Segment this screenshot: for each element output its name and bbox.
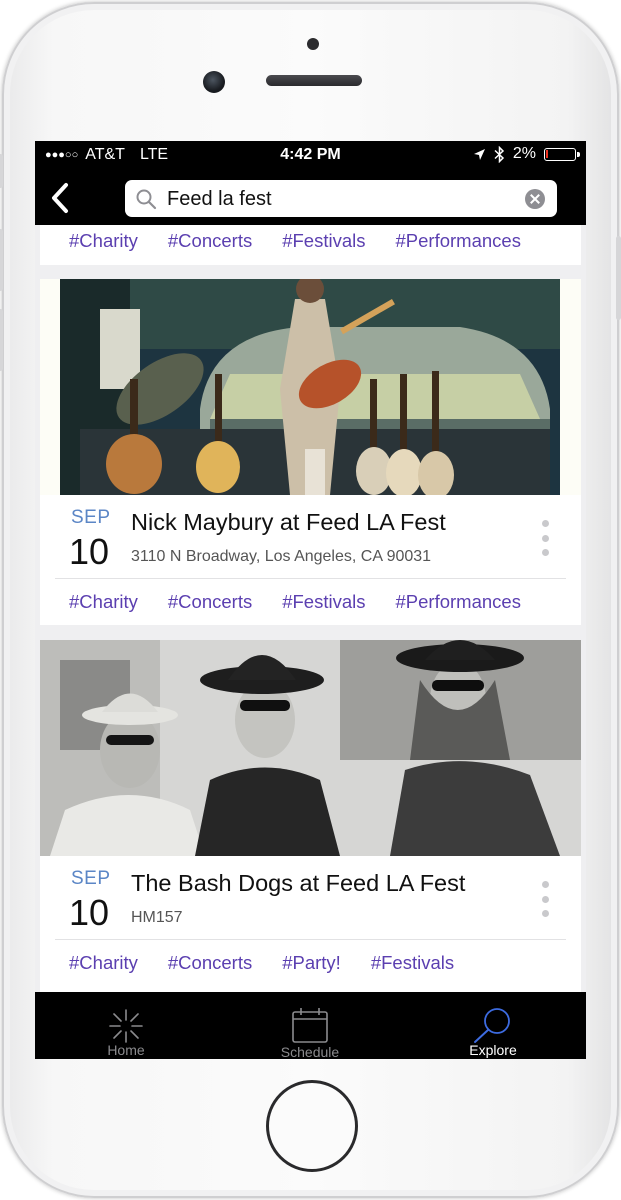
tag-list: #Charity #Concerts #Festivals #Performan…	[69, 591, 521, 613]
status-bar: ●●●○○ AT&T LTE 4:42 PM 2%	[35, 141, 586, 169]
divider	[55, 578, 566, 579]
front-camera	[307, 38, 319, 50]
app-screen: ●●●○○ AT&T LTE 4:42 PM 2% Feed la fest #…	[35, 141, 586, 1059]
tag-link[interactable]: #Festivals	[371, 952, 454, 974]
tag-list: #Charity #Concerts #Party! #Festivals	[69, 952, 454, 974]
tab-schedule[interactable]: Schedule	[240, 992, 380, 1059]
tab-label: Home	[107, 1042, 145, 1058]
home-button[interactable]	[266, 1080, 358, 1172]
event-image-band	[40, 640, 581, 856]
tag-link[interactable]: #Concerts	[168, 952, 252, 974]
battery-percent: 2%	[512, 145, 536, 162]
tab-home[interactable]: Home	[56, 992, 196, 1059]
volume-up-button	[0, 229, 3, 291]
tag-link[interactable]: #Charity	[69, 591, 138, 613]
event-location: HM157	[131, 909, 183, 926]
tag-link[interactable]: #Concerts	[168, 591, 252, 613]
event-card[interactable]: SEP 10 Nick Maybury at Feed LA Fest 3110…	[40, 279, 581, 625]
tag-link[interactable]: #Festivals	[282, 591, 365, 613]
tag-link[interactable]: #Charity	[69, 952, 138, 974]
location-arrow-icon	[473, 148, 485, 160]
more-options-icon[interactable]	[538, 520, 552, 556]
event-location: 3110 N Broadway, Los Angeles, CA 90031	[131, 548, 432, 565]
sparkle-icon	[109, 1009, 143, 1043]
battery-icon	[544, 147, 580, 161]
event-image-guitars	[40, 279, 581, 495]
event-day: 10	[69, 531, 110, 572]
search-input[interactable]: Feed la fest	[167, 188, 272, 211]
calendar-icon	[292, 1008, 328, 1043]
tag-link[interactable]: #Charity	[69, 230, 138, 252]
tab-bar: Home Schedule Explore	[35, 992, 586, 1059]
divider	[55, 939, 566, 940]
clear-search-icon[interactable]	[525, 189, 545, 209]
tag-link[interactable]: #Concerts	[168, 230, 252, 252]
tab-explore[interactable]: Explore	[423, 992, 563, 1059]
event-photo[interactable]	[40, 279, 581, 495]
bluetooth-icon	[494, 145, 504, 163]
back-button[interactable]	[45, 181, 75, 215]
magnifier-icon	[474, 1008, 510, 1043]
tag-link[interactable]: #Festivals	[282, 230, 365, 252]
tag-link[interactable]: #Party!	[282, 952, 341, 974]
volume-down-button	[0, 309, 3, 371]
tag-list: #Charity #Concerts #Festivals #Performan…	[69, 230, 521, 252]
tag-link[interactable]: #Performances	[396, 591, 521, 613]
more-options-icon[interactable]	[538, 881, 552, 917]
event-month: SEP	[71, 868, 111, 889]
event-month: SEP	[71, 507, 111, 528]
event-card[interactable]: SEP 10 The Bash Dogs at Feed LA Fest HM1…	[40, 640, 581, 992]
event-day: 10	[69, 892, 110, 933]
nav-bar: Feed la fest	[35, 169, 586, 225]
tag-link[interactable]: #Performances	[396, 230, 521, 252]
proximity-sensor	[203, 71, 225, 93]
search-icon	[136, 189, 157, 210]
event-title[interactable]: Nick Maybury at Feed LA Fest	[131, 509, 446, 536]
tab-label: Schedule	[280, 1044, 340, 1059]
power-button	[616, 236, 621, 320]
mute-switch	[0, 154, 3, 188]
earpiece-speaker	[266, 75, 362, 86]
event-title[interactable]: The Bash Dogs at Feed LA Fest	[131, 870, 465, 897]
chevron-left-icon	[52, 183, 68, 213]
event-feed[interactable]: #Charity #Concerts #Festivals #Performan…	[35, 225, 586, 992]
event-card-partial[interactable]: #Charity #Concerts #Festivals #Performan…	[40, 225, 581, 265]
tab-label: Explore	[469, 1042, 517, 1058]
event-photo[interactable]	[40, 640, 581, 856]
search-field[interactable]: Feed la fest	[125, 180, 557, 217]
